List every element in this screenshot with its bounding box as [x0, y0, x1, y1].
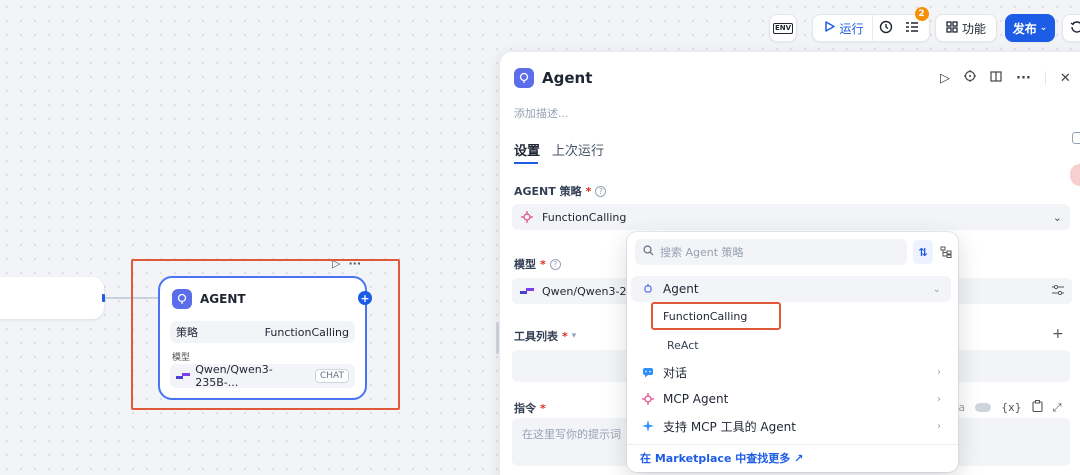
group-label: MCP Agent	[663, 392, 729, 406]
book-icon[interactable]	[990, 70, 1002, 86]
tools-section-label: 工具列表 * ▾	[514, 328, 576, 344]
mcp-icon	[641, 392, 655, 406]
instruction-toolbar: Jinja {x} ⤢	[942, 400, 1061, 415]
run-step-icon[interactable]: ▷	[940, 71, 950, 86]
chevron-right-icon: ›	[937, 393, 941, 405]
checklist-icon	[905, 21, 919, 36]
tree-view-icon[interactable]	[936, 240, 956, 264]
sparkle-icon	[641, 419, 655, 433]
model-value: Qwen/Qwen3-235	[542, 284, 641, 298]
search-icon	[643, 245, 654, 259]
run-label: 运行	[839, 21, 864, 36]
issues-badge: 2	[914, 7, 929, 21]
more-icon[interactable]: ···	[1016, 71, 1031, 86]
chevron-down-icon: ⌄	[1052, 210, 1062, 224]
close-icon[interactable]: ✕	[1060, 71, 1071, 86]
history-button[interactable]	[873, 15, 899, 41]
marketplace-link[interactable]: 在 Marketplace 中查找更多 ↗	[640, 450, 803, 466]
target-icon[interactable]	[964, 70, 976, 86]
caret-down-icon[interactable]: ▾	[572, 331, 577, 341]
version-history-button[interactable]	[1062, 14, 1080, 42]
dropdown-group-chat[interactable]: 对话 ›	[631, 359, 951, 385]
env-icon: ENV	[772, 22, 794, 34]
agent-icon	[514, 68, 534, 88]
required-mark: *	[540, 401, 546, 415]
item-label: FunctionCalling	[663, 309, 748, 323]
history-icon	[1070, 20, 1080, 37]
group-label: Agent	[663, 282, 699, 296]
dropdown-group-mcp-tools-agent[interactable]: 支持 MCP 工具的 Agent ›	[631, 413, 951, 439]
clipboard-icon[interactable]	[1032, 400, 1043, 415]
divider	[1044, 71, 1046, 85]
strategy-dropdown: 搜索 Agent 策略 ⇅ Agent ⌄ FunctionCalling Re…	[627, 232, 958, 472]
grid-view-icon[interactable]	[1072, 132, 1080, 144]
highlight-frame-node	[131, 259, 400, 410]
instruction-section-label: 指令 *	[514, 400, 546, 416]
help-icon[interactable]: ?	[595, 185, 607, 197]
features-label: 功能	[961, 21, 986, 36]
group-label: 对话	[663, 365, 688, 380]
panel-actions: ▷ ··· ✕	[940, 70, 1071, 86]
required-mark: *	[585, 184, 592, 198]
description-input[interactable]: 添加描述...	[514, 105, 569, 121]
chevron-right-icon: ›	[937, 420, 941, 432]
publish-label: 发布	[1012, 21, 1037, 36]
clock-check-icon	[879, 20, 893, 37]
chat-icon	[641, 365, 655, 379]
checklist-button[interactable]: 2	[899, 7, 929, 41]
required-mark: *	[540, 257, 546, 271]
jinja-toggle[interactable]	[975, 403, 992, 412]
strategy-section-label: AGENT 策略 * ?	[514, 183, 607, 199]
grid-icon	[946, 20, 958, 36]
chevron-down-icon: ⌄	[1039, 23, 1048, 33]
instruction-label-text: 指令	[514, 402, 536, 415]
dropdown-group-mcp-agent[interactable]: MCP Agent ›	[631, 386, 951, 412]
run-toolbar-group: 运行 2	[812, 7, 930, 42]
expand-icon[interactable]: ⤢	[1053, 401, 1062, 415]
strategy-select[interactable]: FunctionCalling ⌄	[512, 204, 1070, 230]
strategy-search-input[interactable]: 搜索 Agent 策略	[635, 239, 907, 265]
help-icon[interactable]: ?	[549, 258, 561, 270]
strategy-label-text: AGENT 策略	[514, 185, 582, 198]
group-label: 支持 MCP 工具的 Agent	[663, 419, 796, 434]
required-mark: *	[562, 329, 568, 343]
dropdown-item-functioncalling[interactable]: FunctionCalling	[651, 302, 781, 330]
previous-node[interactable]	[0, 277, 104, 319]
sort-icon[interactable]: ⇅	[913, 240, 933, 264]
model-label-text: 模型	[514, 258, 536, 271]
chevron-right-icon: ›	[937, 366, 941, 378]
tools-label-text: 工具列表	[514, 330, 558, 343]
dropdown-group-agent[interactable]: Agent ⌄	[631, 276, 951, 302]
run-button[interactable]: 运行	[817, 15, 873, 41]
strategy-icon	[520, 210, 534, 224]
dropdown-item-react[interactable]: ReAct	[657, 332, 947, 358]
divider	[627, 444, 958, 445]
variable-insert-icon[interactable]: {x}	[1001, 401, 1022, 414]
tab-last-run[interactable]: 上次运行	[552, 140, 604, 159]
search-placeholder: 搜索 Agent 策略	[660, 246, 744, 259]
chevron-down-icon: ⌄	[932, 283, 941, 295]
add-tool-icon[interactable]: +	[1052, 326, 1064, 342]
features-button[interactable]: 功能	[935, 14, 997, 42]
panel-resize-handle[interactable]	[496, 322, 499, 354]
model-section-label: 模型 * ?	[514, 256, 561, 272]
publish-button[interactable]: 发布 ⌄	[1005, 14, 1055, 42]
panel-title[interactable]: Agent	[542, 69, 592, 87]
model-provider-icon	[520, 288, 534, 294]
play-icon	[825, 21, 836, 35]
tab-active-indicator	[514, 162, 538, 164]
item-label: ReAct	[667, 338, 699, 352]
env-button[interactable]: ENV	[769, 14, 797, 42]
tab-settings[interactable]: 设置	[514, 140, 540, 159]
settings-sliders-icon[interactable]	[1052, 284, 1064, 298]
strategy-value: FunctionCalling	[542, 210, 627, 224]
agent-icon	[641, 282, 655, 296]
